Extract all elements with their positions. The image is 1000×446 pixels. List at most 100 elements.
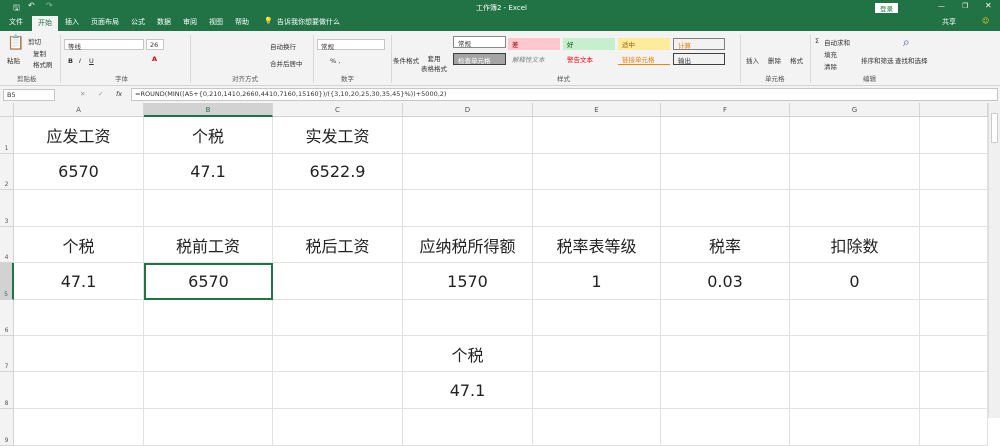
column-header-F[interactable]: F <box>661 103 790 117</box>
row-header[interactable]: 3 <box>0 190 14 227</box>
cell[interactable] <box>403 409 533 446</box>
style-neutral[interactable]: 适中 <box>618 38 670 50</box>
cell[interactable] <box>533 409 661 446</box>
cell[interactable]: 47.1 <box>144 154 273 190</box>
cell[interactable]: 个税 <box>144 117 273 154</box>
cell[interactable]: 47.1 <box>403 372 533 409</box>
row-header[interactable]: 5 <box>0 263 14 300</box>
font-name-select[interactable]: 等线 <box>64 39 144 51</box>
find-select-button[interactable]: 查找和选择 <box>895 55 928 65</box>
cell[interactable]: 0.03 <box>661 263 790 300</box>
cell[interactable] <box>533 117 661 154</box>
row-header[interactable]: 2 <box>0 154 14 190</box>
font-size-select[interactable]: 26 <box>146 39 164 50</box>
cell[interactable]: 47.1 <box>14 263 144 300</box>
style-normal[interactable]: 常规 <box>453 36 506 48</box>
style-warning[interactable]: 警告文本 <box>563 53 615 65</box>
cell[interactable]: 应纳税所得额 <box>403 227 533 263</box>
undo-icon[interactable]: ↶ <box>28 1 35 10</box>
cell[interactable]: 1 <box>533 263 661 300</box>
insert-function-icon[interactable]: fx <box>116 90 122 98</box>
tab-help[interactable]: 帮助 <box>235 17 249 27</box>
share-button[interactable]: 共享 <box>942 17 956 27</box>
cell[interactable]: 6570 <box>14 154 144 190</box>
tab-data[interactable]: 数据 <box>157 17 171 27</box>
cell[interactable] <box>661 190 790 227</box>
row-header[interactable]: 7 <box>0 336 14 372</box>
cell[interactable] <box>790 154 920 190</box>
cell[interactable]: 应发工资 <box>14 117 144 154</box>
cell[interactable] <box>144 300 273 336</box>
cell[interactable]: 个税 <box>403 336 533 372</box>
row-header[interactable]: 6 <box>0 300 14 336</box>
cell[interactable] <box>790 117 920 154</box>
cell[interactable] <box>14 190 144 227</box>
insert-cells-button[interactable]: 插入 <box>746 55 759 65</box>
cell[interactable]: 1570 <box>403 263 533 300</box>
column-header-C[interactable]: C <box>273 103 403 117</box>
enter-icon[interactable]: ✓ <box>98 90 103 98</box>
format-as-table-button[interactable]: 套用 表格格式 <box>421 53 447 73</box>
cell[interactable] <box>920 300 988 336</box>
tab-home[interactable]: 开始 <box>32 16 58 31</box>
style-calculation[interactable]: 计算 <box>673 38 725 50</box>
cell[interactable] <box>790 372 920 409</box>
format-cells-button[interactable]: 格式 <box>790 55 803 65</box>
cell[interactable] <box>403 190 533 227</box>
sort-filter-button[interactable]: 排序和筛选 <box>861 55 894 65</box>
copy-button[interactable]: 复制 <box>33 48 46 58</box>
cell[interactable] <box>920 372 988 409</box>
autosum-button[interactable]: 自动求和 <box>824 37 850 47</box>
row-header[interactable]: 8 <box>0 372 14 409</box>
select-all-corner[interactable] <box>0 103 14 117</box>
cell[interactable] <box>533 372 661 409</box>
paste-icon[interactable]: 📋 <box>7 35 24 51</box>
font-color-icon[interactable]: A <box>152 55 157 63</box>
cell[interactable] <box>920 190 988 227</box>
cell[interactable] <box>144 409 273 446</box>
cell[interactable] <box>14 409 144 446</box>
smiley-icon[interactable]: ☺ <box>982 17 989 25</box>
cell[interactable] <box>403 154 533 190</box>
style-explanatory[interactable]: 解释性文本 <box>508 53 560 65</box>
cell[interactable] <box>403 300 533 336</box>
style-good[interactable]: 好 <box>563 38 615 50</box>
clear-button[interactable]: 清除 <box>824 61 837 71</box>
vertical-scrollbar[interactable] <box>988 103 1000 418</box>
cell[interactable] <box>661 336 790 372</box>
name-box[interactable]: B5 <box>3 89 55 101</box>
minimize-icon[interactable]: — <box>938 2 945 10</box>
cell[interactable] <box>14 300 144 336</box>
cell[interactable]: 实发工资 <box>273 117 403 154</box>
cell[interactable] <box>403 117 533 154</box>
formula-input[interactable]: =ROUND(MIN((A5+{0,210,1410,2660,4410,716… <box>131 88 998 101</box>
cell[interactable] <box>273 263 403 300</box>
close-icon[interactable]: ✕ <box>985 1 992 10</box>
cell[interactable]: 税率表等级 <box>533 227 661 263</box>
cell[interactable] <box>661 300 790 336</box>
cut-button[interactable]: 剪切 <box>28 36 41 46</box>
tab-view[interactable]: 视图 <box>209 17 223 27</box>
cell[interactable] <box>533 190 661 227</box>
number-format-select[interactable]: 常规 <box>317 39 385 51</box>
cell[interactable] <box>920 409 988 446</box>
style-check-cell[interactable]: 检查单元格 <box>453 53 506 65</box>
underline-button[interactable]: U <box>89 57 94 65</box>
cell[interactable] <box>144 190 273 227</box>
cancel-icon[interactable]: ✕ <box>80 90 85 98</box>
cell[interactable] <box>533 336 661 372</box>
cell[interactable] <box>661 117 790 154</box>
row-header[interactable]: 1 <box>0 117 14 154</box>
tab-file[interactable]: 文件 <box>9 17 23 27</box>
column-header-B[interactable]: B <box>144 103 273 117</box>
cell[interactable] <box>144 336 273 372</box>
style-linked-cell[interactable]: 链接单元格 <box>618 53 670 65</box>
style-bad[interactable]: 差 <box>508 38 560 50</box>
tab-review[interactable]: 审阅 <box>183 17 197 27</box>
login-button[interactable]: 登录 <box>875 3 898 13</box>
selected-cell-B5[interactable]: 6570 <box>144 263 273 300</box>
fill-button[interactable]: 填充 <box>824 49 837 59</box>
cell[interactable] <box>273 372 403 409</box>
redo-icon[interactable]: ↷ <box>46 1 53 10</box>
cell[interactable]: 个税 <box>14 227 144 263</box>
